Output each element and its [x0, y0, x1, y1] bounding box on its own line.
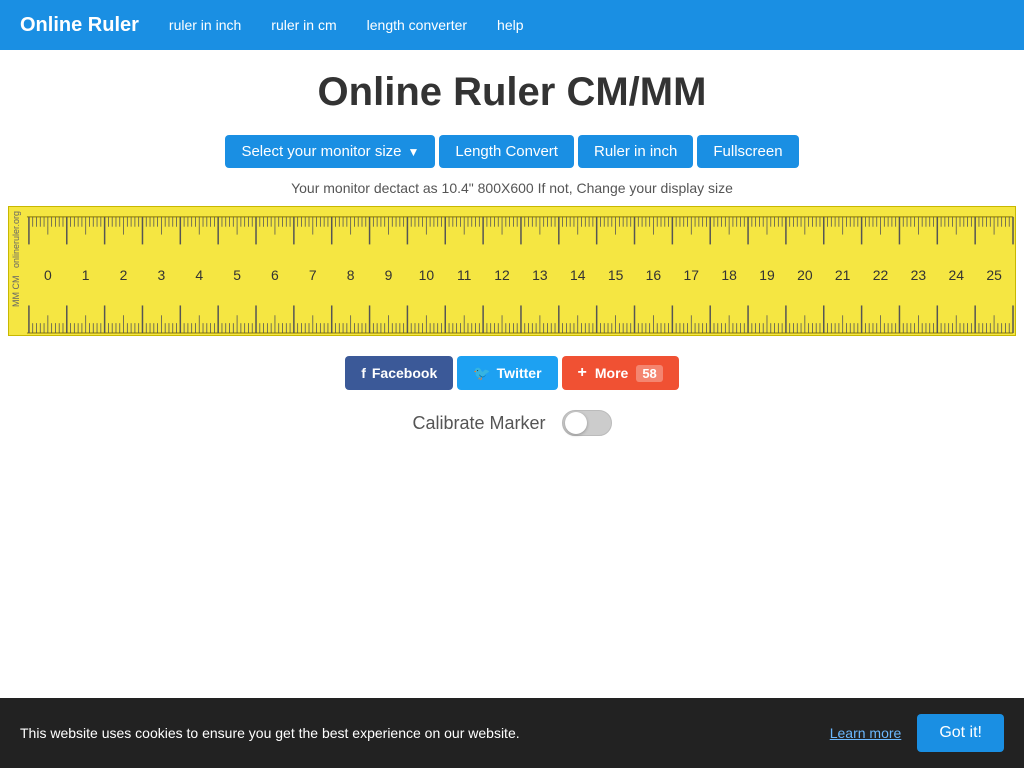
- main-content: Online Ruler CM/MM Select your monitor s…: [0, 50, 1024, 436]
- svg-text:10: 10: [419, 267, 435, 283]
- svg-text:21: 21: [835, 267, 851, 283]
- more-button[interactable]: + More 58: [562, 356, 679, 390]
- ruler-label: MM CM onlineruler.org: [11, 211, 22, 307]
- svg-text:11: 11: [457, 267, 472, 283]
- dropdown-arrow-icon: ▼: [408, 145, 420, 159]
- calibrate-label: Calibrate Marker: [412, 413, 545, 434]
- monitor-info: Your monitor dectact as 10.4" 800X600 If…: [0, 180, 1024, 196]
- svg-text:15: 15: [608, 267, 624, 283]
- learn-more-link[interactable]: Learn more: [830, 725, 902, 741]
- svg-text:12: 12: [494, 267, 510, 283]
- svg-text:24: 24: [948, 267, 964, 283]
- svg-text:0: 0: [44, 267, 52, 283]
- svg-text:22: 22: [873, 267, 889, 283]
- length-convert-button[interactable]: Length Convert: [439, 135, 574, 168]
- twitter-icon: 🐦: [473, 365, 490, 382]
- navbar: Online Ruler ruler in inch ruler in cm l…: [0, 0, 1024, 50]
- svg-text:3: 3: [158, 267, 166, 283]
- brand[interactable]: Online Ruler: [20, 14, 139, 37]
- got-it-button[interactable]: Got it!: [917, 714, 1004, 752]
- svg-text:20: 20: [797, 267, 813, 283]
- svg-text:7: 7: [309, 267, 317, 283]
- page-title: Online Ruler CM/MM: [0, 70, 1024, 115]
- svg-text:14: 14: [570, 267, 586, 283]
- svg-text:17: 17: [684, 267, 700, 283]
- svg-text:16: 16: [646, 267, 662, 283]
- svg-text:1: 1: [82, 267, 90, 283]
- facebook-icon: f: [361, 365, 366, 381]
- svg-text:5: 5: [233, 267, 241, 283]
- svg-text:23: 23: [911, 267, 927, 283]
- svg-text:4: 4: [195, 267, 203, 283]
- nav-link[interactable]: help: [497, 17, 523, 33]
- ruler-svg: 0123456789101112131415161718192021222324…: [9, 207, 1015, 335]
- more-count: 58: [636, 365, 662, 382]
- nav-link[interactable]: ruler in cm: [271, 17, 336, 33]
- fullscreen-button[interactable]: Fullscreen: [697, 135, 798, 168]
- svg-text:6: 6: [271, 267, 279, 283]
- ruler: MM CM onlineruler.org 012345678910111213…: [8, 206, 1016, 336]
- svg-text:2: 2: [120, 267, 128, 283]
- nav-link[interactable]: length converter: [367, 17, 467, 33]
- svg-text:13: 13: [532, 267, 548, 283]
- svg-text:18: 18: [721, 267, 737, 283]
- plus-icon: +: [578, 364, 587, 382]
- svg-text:8: 8: [347, 267, 355, 283]
- cookie-text: This website uses cookies to ensure you …: [20, 725, 814, 741]
- cookie-bar: This website uses cookies to ensure you …: [0, 698, 1024, 768]
- twitter-button[interactable]: 🐦 Twitter: [457, 356, 557, 390]
- social-bar: f Facebook 🐦 Twitter + More 58: [0, 356, 1024, 390]
- nav-link[interactable]: ruler in inch: [169, 17, 241, 33]
- toggle-knob: [565, 412, 587, 434]
- calibrate-toggle[interactable]: [562, 410, 612, 436]
- svg-text:25: 25: [986, 267, 1002, 283]
- svg-text:19: 19: [759, 267, 775, 283]
- calibrate-section: Calibrate Marker: [0, 410, 1024, 436]
- facebook-button[interactable]: f Facebook: [345, 356, 453, 390]
- toolbar: Select your monitor size ▼ Length Conver…: [0, 135, 1024, 168]
- ruler-inch-button[interactable]: Ruler in inch: [578, 135, 693, 168]
- select-monitor-button[interactable]: Select your monitor size ▼: [225, 135, 435, 168]
- svg-text:9: 9: [385, 267, 393, 283]
